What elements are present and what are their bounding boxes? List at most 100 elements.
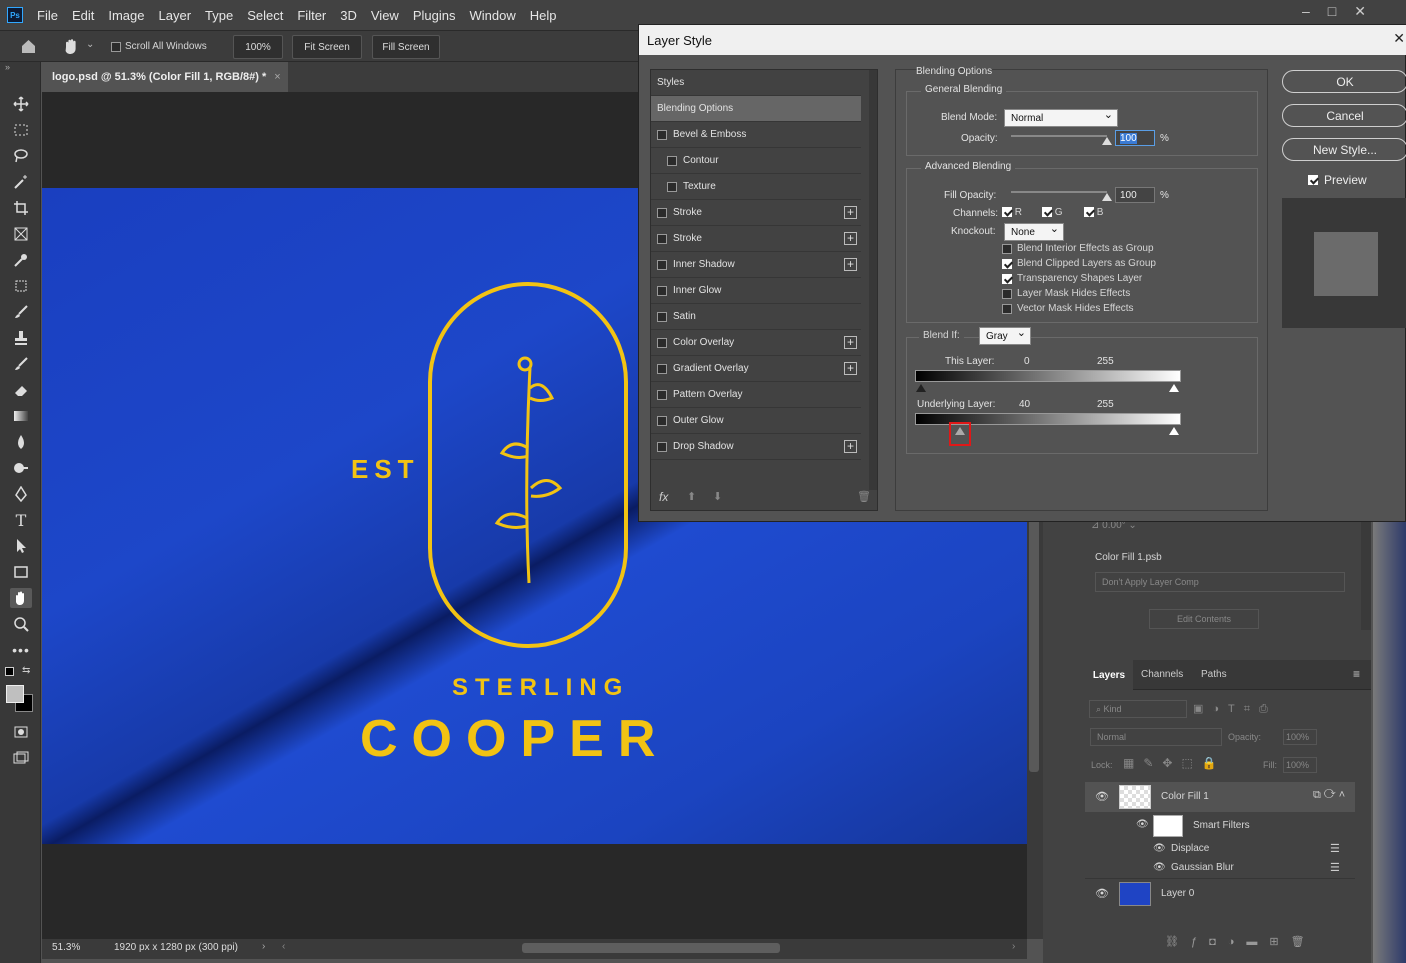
preview-checkbox[interactable]: Preview: [1308, 173, 1367, 187]
eye-icon[interactable]: 👁: [1095, 887, 1109, 900]
eye-icon[interactable]: 👁: [1136, 819, 1149, 830]
layer-row-layer-0[interactable]: 👁 Layer 0: [1085, 878, 1355, 908]
channel-r-checkbox[interactable]: R: [1002, 207, 1022, 218]
styles-list-scrollbar[interactable]: [869, 70, 877, 490]
style-item-satin[interactable]: Satin: [651, 304, 861, 330]
advanced-option-checkbox[interactable]: [1002, 303, 1012, 314]
zoom-tool-icon[interactable]: [10, 614, 32, 634]
layer-name[interactable]: Color Fill 1: [1161, 791, 1209, 802]
tab-layers[interactable]: Layers: [1085, 660, 1133, 690]
default-colors-icon[interactable]: [5, 667, 14, 676]
layer-row-displace[interactable]: 👁 Displace ☰: [1085, 840, 1355, 859]
chevron-down-icon[interactable]: ⌄: [86, 39, 94, 50]
close-icon[interactable]: ✕: [1354, 3, 1366, 20]
layer-kind-filter[interactable]: ⌕ Kind: [1089, 700, 1187, 718]
menu-filter[interactable]: Filter: [297, 8, 326, 23]
layer-row-smart-filters[interactable]: 👁 Smart Filters: [1085, 812, 1355, 840]
this-layer-black-slider[interactable]: [916, 384, 926, 392]
advanced-option-layer-mask-hides-effects[interactable]: Layer Mask Hides Effects: [1002, 288, 1130, 299]
fx-icon[interactable]: fx: [659, 490, 668, 504]
add-effect-plus-icon[interactable]: +: [844, 206, 857, 219]
fill-opacity-slider-thumb[interactable]: [1102, 193, 1112, 201]
horizontal-scroll-thumb[interactable]: [522, 943, 780, 953]
fill-opacity-input[interactable]: 100: [1115, 187, 1155, 203]
style-item-checkbox[interactable]: [657, 311, 667, 322]
fill-screen-button[interactable]: Fill Screen: [372, 35, 440, 59]
style-item-bevel-emboss[interactable]: Bevel & Emboss: [651, 122, 861, 148]
properties-scrollbar[interactable]: [1361, 520, 1371, 630]
opacity-input[interactable]: 100: [1115, 130, 1155, 146]
quick-mask-icon[interactable]: [10, 722, 32, 742]
trash-icon[interactable]: 🗑: [857, 490, 871, 503]
magic-wand-tool-icon[interactable]: [10, 172, 32, 192]
style-item-texture[interactable]: Texture: [651, 174, 861, 200]
tab-channels[interactable]: Channels: [1141, 669, 1183, 680]
style-item-color-overlay[interactable]: Color Overlay +: [651, 330, 861, 356]
this-layer-white-slider[interactable]: [1169, 384, 1179, 392]
layer-filter-icons[interactable]: ▣◑T⌗⎙: [1193, 702, 1313, 716]
fill-opacity-slider-track[interactable]: [1011, 191, 1107, 193]
fit-screen-button[interactable]: Fit Screen: [292, 35, 362, 59]
styles-header[interactable]: Styles: [651, 70, 861, 96]
layer-row-gaussian-blur[interactable]: 👁 Gaussian Blur ☰: [1085, 859, 1355, 878]
menu-view[interactable]: View: [371, 8, 399, 23]
swap-colors-icon[interactable]: ⇆: [22, 665, 30, 676]
ok-button[interactable]: OK: [1282, 70, 1406, 93]
layer-opacity-field[interactable]: 100%: [1283, 729, 1317, 745]
gradient-tool-icon[interactable]: [10, 406, 32, 426]
move-up-icon[interactable]: ⬆: [687, 490, 696, 503]
advanced-option-checkbox[interactable]: [1002, 243, 1012, 254]
style-item-inner-shadow[interactable]: Inner Shadow +: [651, 252, 861, 278]
status-zoom[interactable]: 51.3%: [52, 942, 80, 953]
menu-edit[interactable]: Edit: [72, 8, 94, 23]
dialog-close-icon[interactable]: ✕: [1393, 30, 1405, 47]
style-item-contour[interactable]: Contour: [651, 148, 861, 174]
eye-icon[interactable]: 👁: [1095, 790, 1109, 803]
filter-name[interactable]: Gaussian Blur: [1171, 862, 1234, 873]
style-item-checkbox[interactable]: [657, 415, 667, 426]
menu-3d[interactable]: 3D: [340, 8, 357, 23]
channel-b-checkbox[interactable]: B: [1084, 207, 1103, 218]
scroll-right-icon[interactable]: ›: [1012, 941, 1015, 952]
hand-tool-icon[interactable]: [62, 37, 80, 55]
home-icon[interactable]: [20, 38, 37, 54]
cancel-button[interactable]: Cancel: [1282, 104, 1406, 127]
opacity-slider-track[interactable]: [1011, 135, 1107, 137]
type-tool-icon[interactable]: T: [10, 510, 32, 530]
eyedropper-tool-icon[interactable]: [10, 250, 32, 270]
blend-mode-select[interactable]: Normal: [1004, 108, 1118, 127]
advanced-option-checkbox[interactable]: [1002, 258, 1012, 269]
frame-tool-icon[interactable]: [10, 224, 32, 244]
advanced-option-checkbox[interactable]: [1002, 288, 1012, 299]
screen-mode-icon[interactable]: [10, 748, 32, 768]
style-item-outer-glow[interactable]: Outer Glow: [651, 408, 861, 434]
layer-row-color-fill-1[interactable]: 👁 Color Fill 1 ⧉ ⟳ ˄: [1085, 782, 1355, 812]
layer-name[interactable]: Smart Filters: [1193, 820, 1250, 831]
style-item-pattern-overlay[interactable]: Pattern Overlay: [651, 382, 861, 408]
add-effect-plus-icon[interactable]: +: [844, 258, 857, 271]
pen-tool-icon[interactable]: [10, 484, 32, 504]
healing-brush-tool-icon[interactable]: [10, 276, 32, 296]
path-selection-tool-icon[interactable]: [10, 536, 32, 556]
zoom-100-button[interactable]: 100%: [233, 35, 283, 59]
clone-stamp-tool-icon[interactable]: [10, 328, 32, 348]
menu-plugins[interactable]: Plugins: [413, 8, 456, 23]
eye-icon[interactable]: 👁: [1153, 862, 1166, 873]
dodge-tool-icon[interactable]: [10, 458, 32, 478]
style-item-checkbox[interactable]: [657, 363, 667, 374]
underlying-layer-white-slider[interactable]: [1169, 427, 1179, 435]
hand-tool-active-icon[interactable]: [10, 588, 32, 608]
history-brush-tool-icon[interactable]: [10, 354, 32, 374]
style-item-blending-options[interactable]: Blending Options: [651, 96, 861, 122]
eraser-tool-icon[interactable]: [10, 380, 32, 400]
vertical-scroll-thumb[interactable]: [1029, 512, 1039, 772]
blur-tool-icon[interactable]: [10, 432, 32, 452]
menu-select[interactable]: Select: [247, 8, 283, 23]
advanced-option-checkbox[interactable]: [1002, 273, 1012, 284]
new-style-button[interactable]: New Style...: [1282, 138, 1406, 161]
style-item-checkbox[interactable]: [667, 155, 677, 166]
filter-options-icon[interactable]: ☰: [1330, 842, 1340, 855]
menu-layer[interactable]: Layer: [159, 8, 192, 23]
layer-blend-mode-select[interactable]: Normal: [1090, 728, 1222, 746]
foreground-color-swatch[interactable]: [6, 685, 24, 703]
